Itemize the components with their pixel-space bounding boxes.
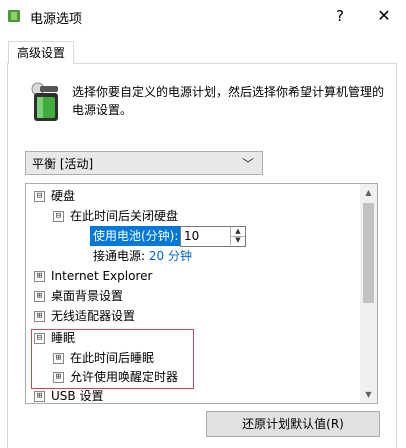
tree-item-label: 硬盘: [51, 189, 76, 203]
expand-icon[interactable]: ⊞: [34, 391, 45, 402]
tree-item-desktop-background[interactable]: ⊞ 桌面背景设置: [34, 286, 123, 306]
plugged-in-label: 接通电源:: [93, 249, 146, 263]
description-text: 选择你要自定义的电源计划，然后选择你希望计算机管理的电源设置。: [72, 85, 385, 117]
plugged-in-value[interactable]: 20 分钟: [149, 249, 192, 263]
chevron-down-icon: ﹀: [241, 157, 254, 171]
tab-advanced-settings[interactable]: 高级设置: [8, 41, 74, 64]
tree-item-label: 允许使用唤醒定时器: [70, 370, 179, 384]
expand-icon[interactable]: ⊞: [53, 372, 64, 383]
tree-item-turn-off-disk-after[interactable]: ⊟ 在此时间后关闭硬盘: [53, 206, 178, 226]
tree-item-label: 在此时间后睡眠: [70, 351, 155, 365]
on-battery-minutes-input[interactable]: 10: [184, 229, 199, 243]
tree-item-wireless-adapter[interactable]: ⊞ 无线适配器设置: [34, 306, 135, 326]
expand-icon[interactable]: ⊞: [53, 353, 64, 364]
tree-item-plugged-in[interactable]: 接通电源: 20 分钟: [93, 246, 192, 266]
tree-item-wake-timers[interactable]: ⊞ 允许使用唤醒定时器: [53, 367, 178, 387]
tree-item-label: USB 设置: [51, 389, 104, 403]
tree-item-internet-explorer[interactable]: ⊞ Internet Explorer: [34, 266, 152, 286]
title-bar: 电源选项 ? ✕: [0, 0, 406, 32]
collapse-icon[interactable]: ⊟: [34, 333, 45, 344]
tree-item-label: 睡眠: [51, 331, 76, 345]
on-battery-minutes-stepper[interactable]: 10 ▲ ▼: [180, 226, 246, 247]
close-button[interactable]: ✕: [364, 2, 404, 30]
tree-item-sleep[interactable]: ⊟ 睡眠: [34, 328, 75, 348]
restore-plan-defaults-button[interactable]: 还原计划默认值(R): [206, 411, 380, 437]
scroll-down-icon[interactable]: ▼: [360, 386, 377, 403]
settings-tree[interactable]: ⊟ 硬盘 ⊟ 在此时间后关闭硬盘 使用电池(分钟): 10 ▲ ▼ 接通电源: 20…: [25, 183, 378, 404]
power-plan-selected: 平衡 [活动]: [32, 157, 94, 171]
battery-icon: [31, 82, 58, 121]
scroll-up-icon[interactable]: ▲: [360, 184, 377, 201]
scroll-thumb[interactable]: [363, 203, 374, 303]
power-plan-dropdown[interactable]: 平衡 [活动] ﹀: [25, 151, 263, 175]
help-button[interactable]: ?: [322, 2, 358, 30]
tree-item-usb-settings[interactable]: ⊞ USB 设置: [34, 386, 104, 403]
spin-down-icon[interactable]: ▼: [230, 236, 245, 245]
tree-item-label: 桌面背景设置: [51, 289, 124, 303]
window-title: 电源选项: [30, 12, 83, 27]
on-battery-label[interactable]: 使用电池(分钟):: [90, 226, 182, 246]
vertical-scrollbar[interactable]: ▲ ▼: [360, 184, 377, 403]
tree-item-sleep-after[interactable]: ⊞ 在此时间后睡眠: [53, 348, 154, 368]
expand-icon[interactable]: ⊞: [34, 291, 45, 302]
tree-item-label: Internet Explorer: [51, 269, 153, 283]
collapse-icon[interactable]: ⊟: [53, 211, 64, 222]
expand-icon[interactable]: ⊞: [34, 311, 45, 322]
tree-item-label: 在此时间后关闭硬盘: [70, 209, 179, 223]
expand-icon[interactable]: ⊞: [34, 271, 45, 282]
tree-item-label: 无线适配器设置: [51, 309, 136, 323]
collapse-icon[interactable]: ⊟: [34, 191, 45, 202]
tree-item-hard-disk[interactable]: ⊟ 硬盘: [34, 186, 75, 206]
power-options-icon: [8, 10, 20, 22]
